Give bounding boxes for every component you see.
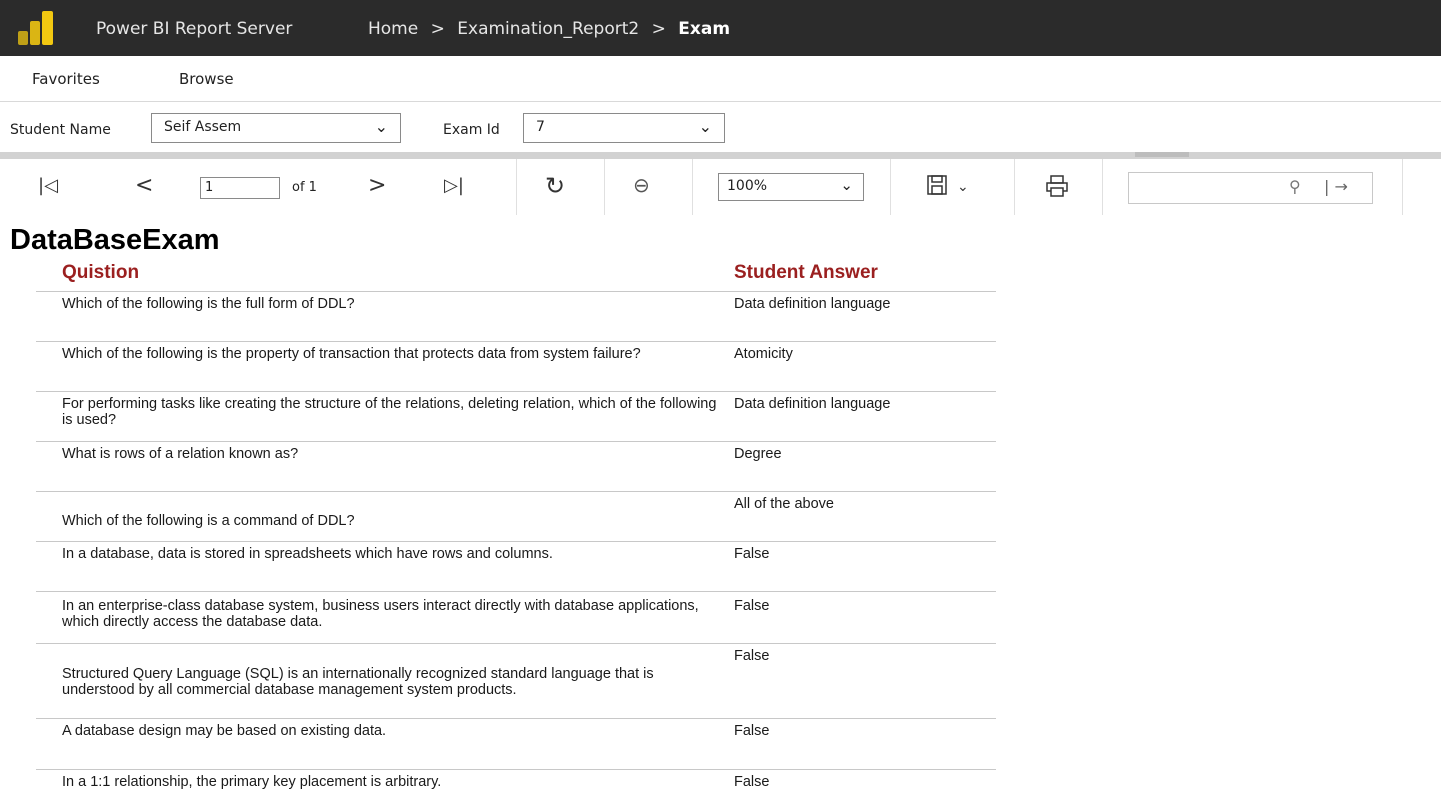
answer-column-header: Student Answer	[734, 262, 878, 283]
chevron-down-icon: ⌄	[840, 176, 853, 194]
breadcrumb-folder[interactable]: Examination_Report2	[457, 19, 639, 39]
row-divider	[36, 341, 996, 342]
chevron-down-icon: ⌄	[698, 117, 712, 136]
chevron-down-icon[interactable]: ⌄	[957, 179, 969, 195]
page-count-label: of 1	[292, 180, 317, 195]
previous-page-icon[interactable]: <	[135, 173, 153, 198]
refresh-icon[interactable]: ↻	[545, 172, 565, 200]
page-number-input[interactable]: 1	[200, 177, 280, 199]
first-page-icon[interactable]: |◁	[38, 175, 58, 196]
breadcrumb: Home > Examination_Report2 > Exam	[368, 19, 730, 39]
row-divider	[36, 643, 996, 644]
question-cell: For performing tasks like creating the s…	[62, 396, 717, 428]
parameters-splitter[interactable]	[0, 152, 1441, 159]
toolbar-divider	[516, 159, 517, 215]
breadcrumb-separator: >	[430, 19, 445, 39]
question-cell: Structured Query Language (SQL) is an in…	[62, 666, 654, 698]
save-icon[interactable]	[926, 174, 948, 201]
answer-cell: False	[734, 648, 770, 664]
question-column-header: Quistion	[62, 262, 140, 283]
toolbar-divider	[1102, 159, 1103, 215]
student-name-value: Seif Assem	[164, 119, 242, 135]
toolbar-divider	[890, 159, 891, 215]
search-icon[interactable]: ⚲	[1289, 177, 1301, 196]
answer-cell: Degree	[734, 446, 782, 462]
toolbar-divider	[1402, 159, 1403, 215]
answer-cell: Data definition language	[734, 296, 891, 312]
answer-cell: False	[734, 774, 770, 790]
question-cell: In a database, data is stored in spreads…	[62, 546, 553, 562]
last-page-icon[interactable]: ▷|	[444, 175, 464, 196]
power-bi-logo-icon[interactable]	[18, 11, 62, 45]
answer-cell: False	[734, 546, 770, 562]
toolbar-divider	[604, 159, 605, 215]
report-title: DataBaseExam	[10, 224, 220, 256]
report-toolbar: |◁ < 1 of 1 > ▷| ↻ ⊖ 100% ⌄ ⌄ ⚲ | →	[0, 159, 1441, 215]
print-icon[interactable]	[1045, 174, 1069, 203]
row-divider	[36, 441, 996, 442]
find-next-icon[interactable]: | →	[1324, 177, 1348, 196]
app-title[interactable]: Power BI Report Server	[96, 19, 292, 39]
question-cell: Which of the following is the full form …	[62, 296, 355, 312]
collapse-parameters-handle[interactable]	[1135, 152, 1189, 157]
nav-bar: Favorites Browse	[0, 56, 1441, 102]
question-cell: What is rows of a relation known as?	[62, 446, 299, 462]
student-name-select[interactable]: Seif Assem ⌄	[151, 113, 401, 143]
zoom-value: 100%	[727, 178, 768, 194]
back-icon[interactable]: ⊖	[633, 173, 650, 197]
answer-cell: Atomicity	[734, 346, 793, 362]
row-divider	[36, 391, 996, 392]
toolbar-divider	[692, 159, 693, 215]
row-divider	[36, 491, 996, 492]
zoom-select[interactable]: 100% ⌄	[718, 173, 864, 201]
answer-cell: All of the above	[734, 496, 834, 512]
answer-cell: Data definition language	[734, 396, 891, 412]
student-name-label: Student Name	[10, 122, 111, 138]
breadcrumb-current: Exam	[678, 19, 731, 39]
row-divider	[36, 591, 996, 592]
question-cell: In a 1:1 relationship, the primary key p…	[62, 774, 442, 790]
question-cell: Which of the following is the property o…	[62, 346, 641, 362]
nav-favorites[interactable]: Favorites	[32, 70, 100, 88]
page-number-value: 1	[205, 180, 214, 195]
chevron-down-icon: ⌄	[374, 117, 388, 136]
exam-id-label: Exam Id	[443, 122, 500, 138]
row-divider	[36, 291, 996, 292]
breadcrumb-separator: >	[651, 19, 666, 39]
question-cell: In an enterprise-class database system, …	[62, 598, 699, 630]
next-page-icon[interactable]: >	[368, 173, 386, 198]
find-input[interactable]: ⚲ | →	[1128, 172, 1373, 204]
nav-browse[interactable]: Browse	[179, 70, 234, 88]
parameters-bar: Student Name Seif Assem ⌄ Exam Id 7 ⌄	[0, 102, 1441, 152]
exam-id-value: 7	[536, 119, 545, 135]
answer-cell: False	[734, 598, 770, 614]
toolbar-divider	[1014, 159, 1015, 215]
answer-cell: False	[734, 723, 770, 739]
exam-id-select[interactable]: 7 ⌄	[523, 113, 725, 143]
question-cell: Which of the following is a command of D…	[62, 513, 355, 529]
row-divider	[36, 718, 996, 719]
breadcrumb-home[interactable]: Home	[368, 19, 418, 39]
row-divider	[36, 769, 996, 770]
top-bar: Power BI Report Server Home > Examinatio…	[0, 0, 1441, 56]
question-cell: A database design may be based on existi…	[62, 723, 387, 739]
row-divider	[36, 541, 996, 542]
